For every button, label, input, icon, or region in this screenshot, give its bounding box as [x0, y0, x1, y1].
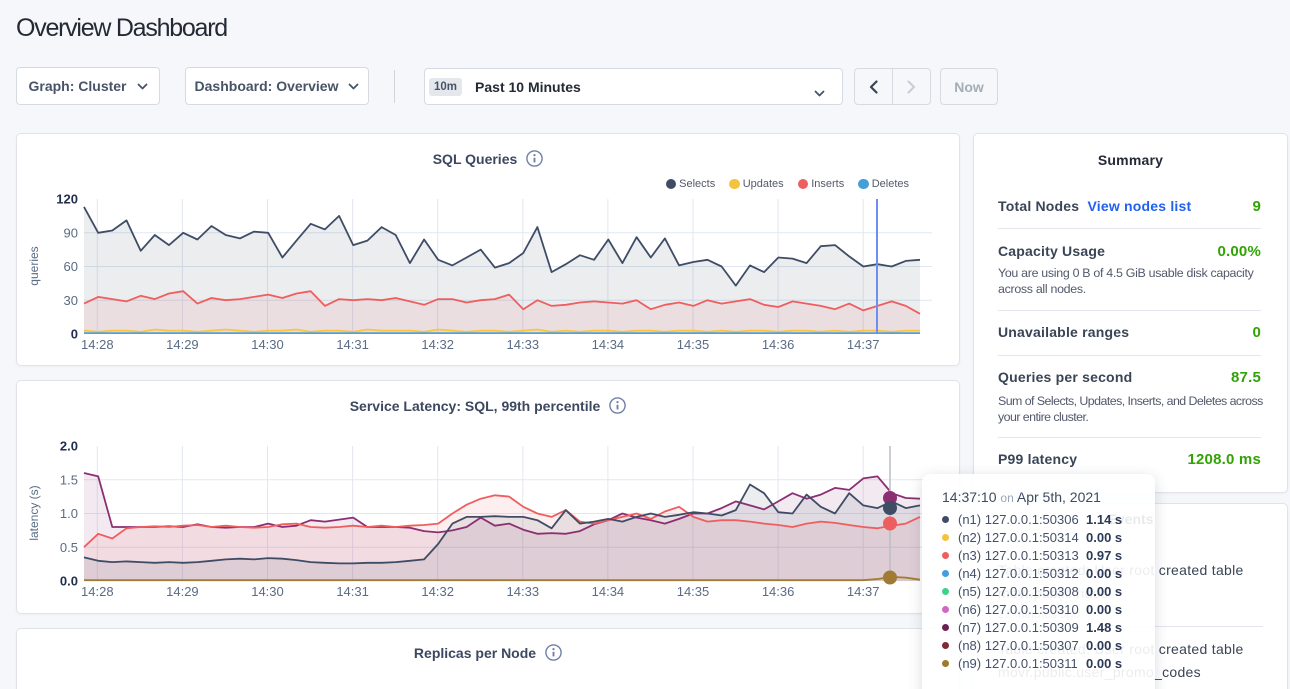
svg-text:14:37: 14:37: [847, 337, 880, 352]
svg-text:latency (s): latency (s): [27, 485, 41, 540]
svg-text:14:37: 14:37: [847, 584, 880, 599]
svg-text:14:31: 14:31: [336, 337, 369, 352]
svg-text:14:35: 14:35: [677, 337, 710, 352]
svg-text:90: 90: [64, 225, 78, 240]
svg-text:14:34: 14:34: [592, 337, 625, 352]
svg-text:14:33: 14:33: [507, 337, 540, 352]
svg-text:14:28: 14:28: [81, 337, 114, 352]
svg-text:1.5: 1.5: [60, 472, 78, 487]
svg-text:queries: queries: [27, 246, 41, 285]
svg-text:0.0: 0.0: [60, 574, 78, 589]
svg-text:120: 120: [56, 192, 78, 207]
svg-text:60: 60: [64, 259, 78, 274]
svg-text:30: 30: [64, 293, 78, 308]
svg-text:14:30: 14:30: [251, 337, 284, 352]
svg-text:14:30: 14:30: [251, 584, 284, 599]
svg-text:1.0: 1.0: [60, 506, 78, 521]
svg-text:14:29: 14:29: [166, 584, 199, 599]
svg-text:14:28: 14:28: [81, 584, 114, 599]
svg-text:14:32: 14:32: [421, 584, 454, 599]
svg-text:14:36: 14:36: [762, 584, 795, 599]
svg-text:14:32: 14:32: [421, 337, 454, 352]
svg-text:14:34: 14:34: [592, 584, 625, 599]
svg-text:14:36: 14:36: [762, 337, 795, 352]
svg-text:14:35: 14:35: [677, 584, 710, 599]
svg-text:14:29: 14:29: [166, 337, 199, 352]
svg-text:2.0: 2.0: [60, 439, 78, 454]
svg-text:0.5: 0.5: [60, 540, 78, 555]
svg-text:14:33: 14:33: [507, 584, 540, 599]
svg-text:0: 0: [71, 327, 78, 342]
svg-text:14:31: 14:31: [336, 584, 369, 599]
